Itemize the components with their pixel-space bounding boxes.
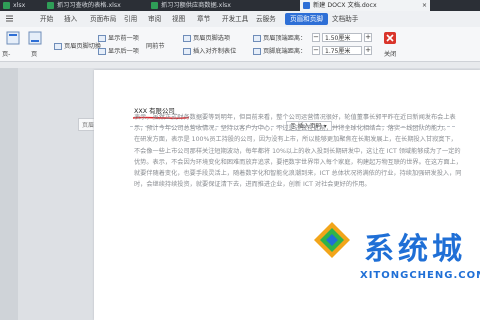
menu-header-footer[interactable]: 页眉和页脚: [285, 13, 328, 25]
header-top-distance-input[interactable]: 1.50厘米: [322, 33, 362, 42]
menu-insert[interactable]: 插入: [64, 11, 77, 27]
close-header-footer-button[interactable]: 关闭: [384, 49, 396, 58]
menu-section[interactable]: 章节: [197, 11, 210, 27]
watermark-logo-icon: [314, 222, 350, 258]
menu-bar: 开始 插入 页面布局 引用 审阅 视图 章节 开发工具 云服务 页眉和页脚 文档…: [0, 11, 480, 28]
menu-developer[interactable]: 开发工具: [222, 11, 248, 27]
excel-file-icon: [47, 1, 54, 9]
header-distance-icon: [253, 34, 261, 42]
show-prev-button[interactable]: 显示前一项: [98, 33, 139, 42]
header-top-label-text: 页眉顶端距离：: [263, 35, 307, 42]
tab-spreadsheet-1[interactable]: 抓习习查收的表格.xlsx: [44, 0, 144, 11]
tab-label: 抓习习额供应商数据.xlsx: [161, 2, 231, 9]
menu-page-layout[interactable]: 页面布局: [90, 11, 116, 27]
tab-spreadsheet-2[interactable]: 抓习习额供应商数据.xlsx: [148, 0, 278, 11]
footer-distance-icon: [253, 47, 261, 55]
header-distance-increase[interactable]: +: [364, 33, 372, 42]
document-body[interactable]: 表示，虽然正式财务数据要等到明年，但目前来看，整个公司运营情况很好，轮值董事长郭…: [134, 112, 462, 190]
footer-distance-decrease[interactable]: −: [312, 46, 320, 55]
header-top-distance-label: 页眉顶端距离：: [253, 33, 306, 42]
document-tab-bar: xlsx 抓习习查收的表格.xlsx 抓习习额供应商数据.xlsx 新建 DOC…: [0, 0, 480, 11]
tab-label: 新建 DOCX 文档.docx: [313, 2, 377, 9]
switch-icon: [54, 42, 62, 50]
footer-bottom-label-text: 页脚底端距离：: [263, 48, 307, 55]
menu-view[interactable]: 视图: [172, 11, 185, 27]
horizontal-ruler: [0, 62, 480, 68]
left-panel-strip: [0, 68, 18, 320]
switch-label: 页眉页脚切换: [64, 43, 102, 50]
menu-doc-assistant[interactable]: 文档助手: [332, 11, 358, 27]
show-next-label: 显示后一项: [108, 48, 139, 55]
header-footer-ribbon: 页- 页 页眉页脚切换 显示前一项 显示后一项 同前节 页眉页脚选项 插入对齐制…: [0, 27, 480, 62]
tab-xlsx[interactable]: xlsx: [0, 0, 40, 11]
footer-bottom-distance-label: 页脚底端距离：: [253, 46, 306, 55]
word-file-icon: [303, 1, 310, 9]
insert-align-tab-label: 插入对齐制表位: [193, 48, 237, 55]
excel-file-icon: [151, 1, 158, 9]
footer-distance-increase[interactable]: +: [364, 46, 372, 55]
align-tab-icon: [183, 47, 191, 55]
next-icon: [98, 47, 106, 55]
show-next-button[interactable]: 显示后一项: [98, 46, 139, 55]
paragraph-2[interactable]: 在研发方面，表示是 100%员工持股的公司，因为没有上市，所以能够更加聚焦在长期…: [134, 134, 462, 190]
show-prev-label: 显示前一项: [108, 35, 139, 42]
menu-cloud[interactable]: 云服务: [256, 11, 276, 27]
tab-docx-active[interactable]: 新建 DOCX 文档.docx ×: [300, 0, 430, 11]
options-icon: [183, 34, 191, 42]
link-prev-label: 同前节: [146, 43, 165, 50]
page-options-button[interactable]: 页眉页脚选项: [183, 33, 230, 42]
menu-home[interactable]: 开始: [40, 11, 53, 27]
header-footer-switch-button[interactable]: 页眉页脚切换: [54, 41, 101, 50]
hamburger-menu-icon[interactable]: [5, 14, 14, 23]
excel-file-icon: [3, 1, 10, 9]
site-watermark: 系统城 XITONGCHENG.COM: [300, 212, 480, 320]
header-dropdown-label[interactable]: 页-: [2, 49, 10, 58]
close-header-footer-icon[interactable]: [383, 31, 397, 45]
tab-label: 抓习习查收的表格.xlsx: [57, 2, 121, 9]
menu-references[interactable]: 引用: [124, 11, 137, 27]
close-tab-icon[interactable]: ×: [422, 0, 427, 11]
page-options-label: 页眉页脚选项: [193, 35, 231, 42]
watermark-url: XITONGCHENG.COM: [360, 270, 480, 281]
link-prev-button[interactable]: 同前节: [146, 41, 165, 50]
paragraph-1[interactable]: 表示，虽然正式财务数据要等到明年，但目前来看，整个公司运营情况很好，轮值董事长郭…: [134, 112, 462, 134]
insert-align-tab-button[interactable]: 插入对齐制表位: [183, 46, 236, 55]
header-distance-decrease[interactable]: −: [312, 33, 320, 42]
page-footer-icon[interactable]: [28, 31, 42, 45]
tab-label: xlsx: [13, 2, 26, 9]
menu-review[interactable]: 审阅: [148, 11, 161, 27]
prev-icon: [98, 34, 106, 42]
footer-bottom-distance-input[interactable]: 1.75厘米: [322, 46, 362, 55]
watermark-text: 系统城: [364, 232, 466, 267]
footer-dropdown-label[interactable]: 页: [31, 49, 37, 58]
page-header-icon[interactable]: [6, 31, 20, 45]
